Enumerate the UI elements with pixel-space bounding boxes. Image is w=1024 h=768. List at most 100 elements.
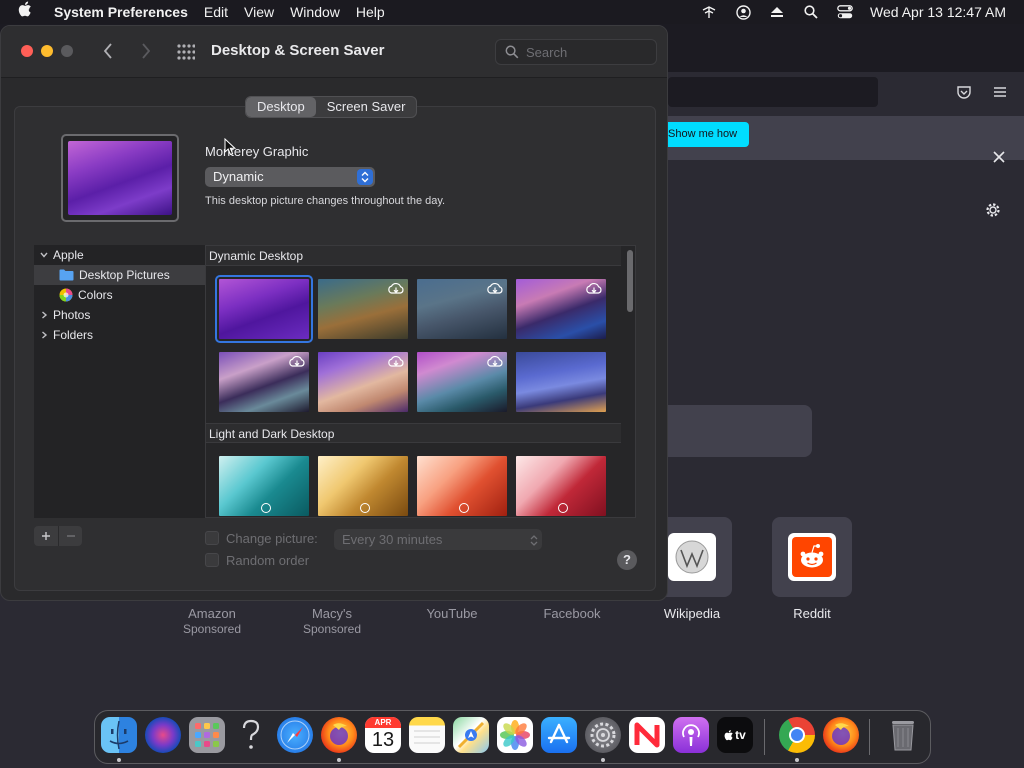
wallpaper-thumbnail[interactable]: [516, 456, 606, 516]
source-colors[interactable]: Colors: [34, 285, 205, 305]
reddit-tile[interactable]: [772, 517, 852, 597]
browser-search-box[interactable]: [668, 405, 812, 457]
eject-icon[interactable]: [760, 0, 794, 24]
close-icon[interactable]: [988, 146, 1010, 168]
wallpaper-thumbnail[interactable]: [219, 456, 309, 516]
calendar-day: 13: [371, 729, 395, 751]
wallpaper-thumbnail[interactable]: [417, 352, 507, 412]
running-indicator: [117, 758, 121, 762]
top-site-wikipedia[interactable]: Wikipedia: [632, 606, 752, 621]
wallpaper-thumbnail[interactable]: [516, 279, 606, 339]
help-question-icon[interactable]: [233, 717, 269, 753]
firefox-icon[interactable]: [321, 717, 357, 753]
show-me-how-button[interactable]: Show me how: [668, 122, 750, 147]
source-label: Apple: [53, 248, 84, 262]
source-folders[interactable]: Folders: [34, 325, 205, 345]
top-site-amazon[interactable]: Amazon Sponsored: [152, 606, 272, 636]
wallpaper-thumbnail[interactable]: [318, 456, 408, 516]
grid-scrollbar[interactable]: [624, 246, 636, 517]
menu-view[interactable]: View: [236, 0, 282, 24]
style-dropdown[interactable]: Dynamic: [205, 167, 375, 187]
browser-url-bar[interactable]: [668, 77, 878, 107]
photos-icon[interactable]: [497, 717, 533, 753]
source-apple[interactable]: Apple: [34, 245, 205, 265]
search-input[interactable]: [526, 43, 650, 61]
siri-icon[interactable]: [145, 717, 181, 753]
source-label: Folders: [53, 328, 94, 342]
firefox-icon[interactable]: [823, 717, 859, 753]
help-button[interactable]: ?: [617, 550, 637, 570]
change-picture-option[interactable]: Change picture:: [205, 528, 318, 548]
minimize-window-button[interactable]: [41, 45, 53, 57]
wallpaper-thumbnail[interactable]: [318, 279, 408, 339]
wallpaper-thumbnail[interactable]: [219, 352, 309, 412]
wallpaper-thumbnail[interactable]: [215, 275, 313, 343]
wallpaper-thumbnail[interactable]: [417, 279, 507, 339]
zoom-window-button[interactable]: [61, 45, 73, 57]
forward-arrow-icon[interactable]: [136, 41, 156, 61]
running-indicator: [601, 758, 605, 762]
spotlight-icon[interactable]: [794, 0, 828, 24]
safari-icon[interactable]: [277, 717, 313, 753]
menu-hamburger-icon[interactable]: [988, 80, 1012, 104]
pocket-icon[interactable]: [952, 80, 976, 104]
podcasts-icon[interactable]: [673, 717, 709, 753]
news-icon[interactable]: [629, 717, 665, 753]
menu-clock[interactable]: Wed Apr 13 12:47 AM: [862, 0, 1024, 24]
app-store-icon[interactable]: [541, 717, 577, 753]
wallpaper-thumbnail[interactable]: [516, 352, 606, 412]
picture-description: This desktop picture changes throughout …: [205, 195, 446, 207]
tab-control: Desktop Screen Saver: [245, 96, 418, 118]
dropdown-stepper-icon: [357, 169, 373, 185]
dock-separator: [869, 719, 870, 755]
chrome-icon[interactable]: [779, 717, 815, 753]
notes-icon[interactable]: [409, 717, 445, 753]
add-folder-button[interactable]: [34, 526, 58, 546]
mouse-cursor-icon: [224, 137, 237, 161]
maps-icon[interactable]: [453, 717, 489, 753]
chevron-right-icon[interactable]: [37, 328, 51, 342]
user-icon[interactable]: [726, 0, 760, 24]
download-cloud-icon: [585, 282, 603, 300]
scrollbar-thumb[interactable]: [627, 250, 633, 312]
interval-dropdown[interactable]: Every 30 minutes: [334, 529, 542, 550]
menu-edit[interactable]: Edit: [196, 0, 236, 24]
random-order-option[interactable]: Random order: [205, 550, 309, 570]
source-photos[interactable]: Photos: [34, 305, 205, 325]
top-site-facebook[interactable]: Facebook: [512, 606, 632, 621]
wifi-icon[interactable]: [692, 0, 726, 24]
chevron-down-icon[interactable]: [37, 248, 51, 262]
light-dark-icon: [261, 503, 271, 513]
wallpaper-thumbnail[interactable]: [417, 456, 507, 516]
finder-icon[interactable]: [101, 717, 137, 753]
back-arrow-icon[interactable]: [98, 41, 118, 61]
random-order-checkbox[interactable]: [205, 553, 219, 567]
running-indicator: [337, 758, 341, 762]
system-preferences-icon[interactable]: [585, 717, 621, 753]
random-order-label: Random order: [226, 552, 310, 568]
gear-icon[interactable]: [982, 199, 1004, 221]
remove-folder-button[interactable]: [58, 526, 82, 546]
close-window-button[interactable]: [21, 45, 33, 57]
menu-help[interactable]: Help: [348, 0, 393, 24]
calendar-icon[interactable]: APR 13: [365, 717, 401, 753]
search-field[interactable]: [495, 39, 657, 65]
show-all-grid-icon[interactable]: [177, 43, 196, 61]
control-center-icon[interactable]: [828, 0, 862, 24]
launchpad-icon[interactable]: [189, 717, 225, 753]
source-desktop-pictures[interactable]: Desktop Pictures: [34, 265, 205, 285]
trash-icon[interactable]: [885, 717, 921, 753]
app-menu[interactable]: System Preferences: [46, 0, 196, 24]
change-picture-checkbox[interactable]: [205, 531, 219, 545]
wallpaper-thumbnail[interactable]: [318, 352, 408, 412]
top-site-youtube[interactable]: YouTube: [392, 606, 512, 621]
menu-window[interactable]: Window: [282, 0, 348, 24]
tab-desktop[interactable]: Desktop: [246, 97, 316, 117]
apple-menu-icon[interactable]: [0, 0, 46, 24]
top-site-reddit[interactable]: Reddit: [752, 606, 872, 621]
chevron-right-icon[interactable]: [37, 308, 51, 322]
tv-icon[interactable]: tv: [717, 717, 753, 753]
top-site-macys[interactable]: Macy's Sponsored: [272, 606, 392, 636]
section-header: Dynamic Desktop: [206, 246, 621, 266]
tab-screen-saver[interactable]: Screen Saver: [316, 97, 417, 117]
